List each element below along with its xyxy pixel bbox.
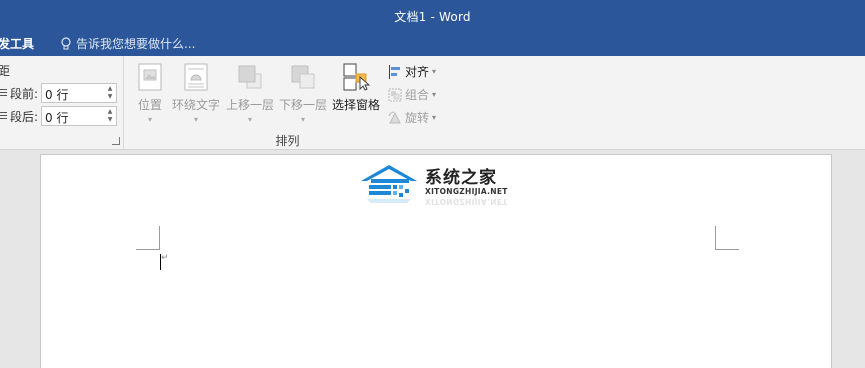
window-title: 文档1 - Word	[394, 10, 471, 24]
position-icon	[135, 62, 165, 92]
spacing-after-row: 段后: 0 行 ▲ ▼	[0, 106, 118, 126]
paragraph-mark-icon: ↵	[161, 253, 169, 263]
bring-forward-button[interactable]: 上移一层 ▾	[225, 62, 275, 124]
tell-me-placeholder: 告诉我您想要做什么...	[76, 37, 196, 51]
house-logo-icon	[361, 165, 417, 203]
dialog-launcher-icon[interactable]	[112, 137, 120, 145]
margin-corner-top-left	[136, 226, 160, 250]
spacing-after-input[interactable]: 0 行 ▲ ▼	[41, 106, 118, 126]
selection-pane-label: 选择窗格	[331, 98, 380, 112]
rotate-icon	[388, 111, 402, 125]
selection-pane-button[interactable]: 选择窗格	[331, 62, 381, 113]
position-label: 位置	[137, 98, 162, 112]
selection-pane-icon	[341, 62, 371, 92]
paragraph-spacing-group: 距 段前: 0 行 ▲ ▼ 段后: 0 行 ▲ ▼	[0, 56, 124, 150]
chevron-down-icon: ▾	[432, 67, 437, 76]
margin-corner-top-right	[715, 226, 739, 250]
spacing-before-input[interactable]: 0 行 ▲ ▼	[41, 83, 118, 103]
bring-forward-icon	[235, 62, 265, 92]
document-page[interactable]: 系统之家 XITONGZHIJIA.NET XITONGZHIJIA.NET ↵	[40, 154, 832, 368]
align-button[interactable]: 对齐 ▾	[388, 63, 436, 80]
spacing-after-value: 0 行	[45, 111, 69, 125]
position-button[interactable]: 位置 ▾	[135, 62, 165, 124]
group-label: 组合	[405, 88, 430, 102]
spacing-label: 距	[0, 64, 11, 78]
ribbon-tab-strip: 发工具 告诉我您想要做什么...	[0, 31, 865, 56]
chevron-down-icon: ▾	[432, 90, 437, 99]
send-backward-button[interactable]: 下移一层 ▾	[278, 62, 328, 124]
chevron-down-icon: ▾	[432, 113, 437, 122]
tell-me-search[interactable]: 告诉我您想要做什么...	[60, 35, 195, 52]
chevron-down-icon: ▾	[247, 115, 252, 124]
chevron-down-icon: ▾	[300, 115, 305, 124]
watermark-brand-en: XITONGZHIJIA.NET	[425, 187, 508, 196]
wrap-text-button[interactable]: 环绕文字 ▾	[171, 62, 221, 124]
lightbulb-icon	[61, 36, 71, 49]
group-icon	[388, 88, 402, 102]
watermark-brand-reflection: XITONGZHIJIA.NET	[425, 197, 508, 206]
chevron-down-icon: ▾	[193, 115, 198, 124]
group-button[interactable]: 组合 ▾	[388, 86, 436, 103]
spacing-before-label: 段前:	[10, 86, 39, 101]
rotate-label: 旋转	[405, 111, 430, 125]
watermark-logo: 系统之家 XITONGZHIJIA.NET XITONGZHIJIA.NET	[357, 161, 517, 207]
wrap-text-label: 环绕文字	[171, 98, 220, 112]
send-backward-icon	[288, 62, 318, 92]
document-canvas: 系统之家 XITONGZHIJIA.NET XITONGZHIJIA.NET ↵	[0, 150, 865, 368]
rotate-button[interactable]: 旋转 ▾	[388, 109, 436, 126]
align-label: 对齐	[405, 65, 430, 79]
spacing-after-label: 段后:	[10, 109, 39, 124]
chevron-down-icon: ▾	[147, 115, 152, 124]
spin-arrows-icon[interactable]: ▲ ▼	[105, 85, 115, 101]
align-icon	[388, 64, 402, 79]
wrap-text-icon	[181, 62, 211, 92]
bring-forward-label: 上移一层	[225, 98, 274, 112]
spin-arrows-icon[interactable]: ▲ ▼	[105, 108, 115, 124]
send-backward-label: 下移一层	[278, 98, 327, 112]
spacing-before-icon	[0, 87, 7, 99]
ribbon: 距 段前: 0 行 ▲ ▼ 段后: 0 行 ▲ ▼ 位置 ▾ 环绕文字 ▾ 上移…	[0, 56, 865, 150]
watermark-brand-cn: 系统之家	[425, 168, 497, 188]
spacing-before-row: 段前: 0 行 ▲ ▼	[0, 83, 118, 103]
tab-developer[interactable]: 发工具	[0, 35, 34, 52]
arrange-group-label: 排列	[275, 134, 300, 148]
spacing-before-value: 0 行	[45, 88, 69, 102]
title-bar: 文档1 - Word	[0, 0, 865, 31]
spacing-after-icon	[0, 110, 7, 122]
arrange-group: 位置 ▾ 环绕文字 ▾ 上移一层 ▾ 下移一层 ▾ 选择窗格 对齐 ▾ 组合 ▾…	[125, 56, 450, 150]
